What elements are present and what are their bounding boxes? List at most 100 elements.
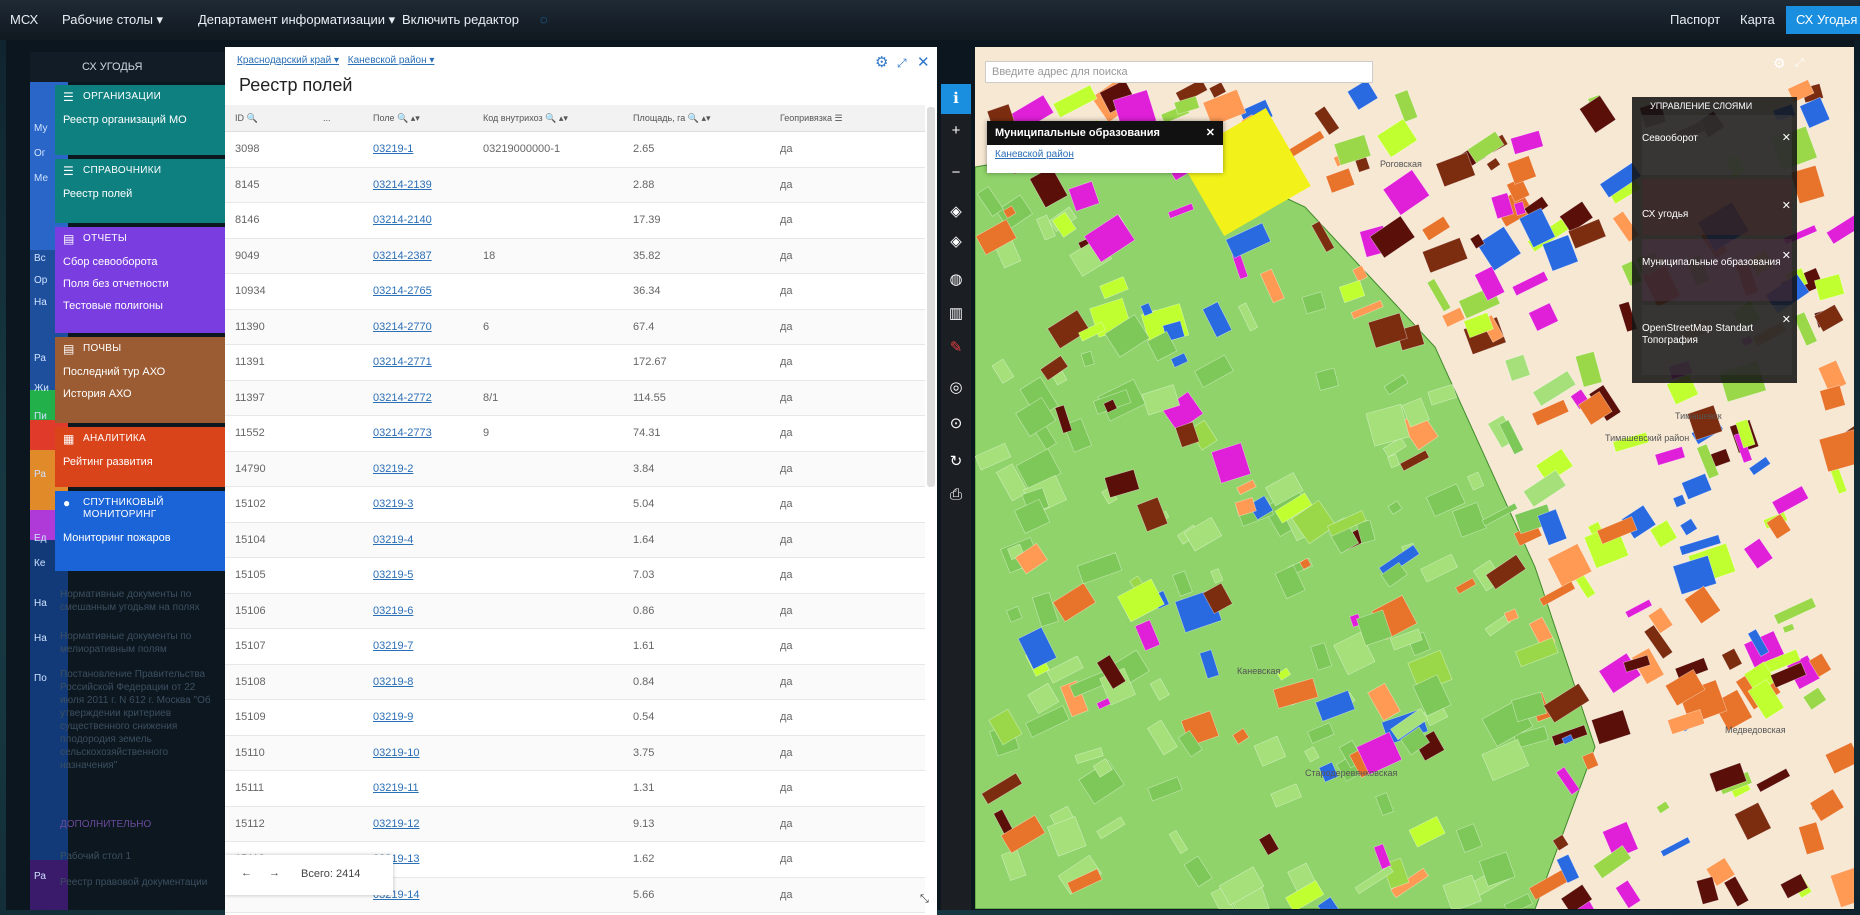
globe-icon[interactable]: ◍ bbox=[941, 270, 971, 288]
nav-link[interactable]: Сбор севооборота bbox=[55, 251, 233, 273]
table-row[interactable]: 11390 03214-2770 6 67.4 да bbox=[225, 309, 925, 345]
map-expand-icon[interactable]: ⤢ bbox=[1795, 57, 1804, 70]
document-link[interactable]: Нормативные документы по мелиоративным п… bbox=[60, 630, 220, 656]
map-link[interactable]: Карта bbox=[1740, 12, 1775, 27]
print-icon[interactable]: ⎙ bbox=[941, 486, 971, 503]
nav-link[interactable]: Реестр полей bbox=[55, 183, 233, 205]
layers-stack-icon[interactable]: ◈ bbox=[941, 232, 971, 250]
table-row[interactable]: 3098 03219-1 03219000000-1 2.65 да bbox=[225, 132, 925, 168]
cell-field-link[interactable]: 03219-10 bbox=[373, 747, 420, 759]
layer-item[interactable]: Севооборот bbox=[1642, 133, 1782, 145]
cell-field-link[interactable]: 03214-2139 bbox=[373, 179, 432, 191]
cell-field-link[interactable]: 03214-2387 bbox=[373, 250, 432, 262]
table-row[interactable]: 15104 03219-4 1.64 да bbox=[225, 522, 925, 558]
cell-field-link[interactable]: 03219-12 bbox=[373, 818, 420, 830]
cell-field-link[interactable]: 03219-1 bbox=[373, 143, 413, 155]
cell-field-link[interactable]: 03219-7 bbox=[373, 640, 413, 652]
cell-field-link[interactable]: 03214-2770 bbox=[373, 321, 432, 333]
table-row[interactable]: 15105 03219-5 7.03 да bbox=[225, 558, 925, 594]
cell-field-link[interactable]: 03214-2771 bbox=[373, 356, 432, 368]
layer-remove-icon[interactable]: ✕ bbox=[1782, 313, 1791, 326]
desktops-menu[interactable]: Рабочие столы ▾ bbox=[62, 12, 163, 28]
address-search-input[interactable]: Введите адрес для поиска bbox=[985, 61, 1373, 83]
next-page-icon[interactable]: → bbox=[269, 867, 280, 879]
table-row[interactable]: 15106 03219-6 0.86 да bbox=[225, 593, 925, 629]
cell-field-link[interactable]: 03214-2773 bbox=[373, 427, 432, 439]
popup-close-icon[interactable]: ✕ bbox=[1206, 121, 1215, 145]
table-row[interactable]: 14790 03219-2 3.84 да bbox=[225, 451, 925, 487]
close-icon[interactable]: ✕ bbox=[917, 53, 930, 71]
breadcrumb-district[interactable]: Каневской район ▾ bbox=[348, 55, 435, 66]
popup-link[interactable]: Каневской район bbox=[987, 145, 1223, 164]
cell-field-link[interactable]: 03219-11 bbox=[373, 782, 419, 794]
col-menu[interactable]: ... bbox=[323, 113, 331, 123]
info-cursor-icon[interactable]: ℹ bbox=[941, 84, 971, 114]
layer-remove-icon[interactable]: ✕ bbox=[1782, 249, 1791, 262]
cell-field-link[interactable]: 03219-4 bbox=[373, 534, 413, 546]
refresh-icon[interactable]: ↻ bbox=[941, 452, 971, 470]
nav-link[interactable]: Рейтинг развития bbox=[55, 451, 233, 473]
nav-link[interactable]: Реестр организаций МО bbox=[55, 109, 233, 131]
table-row[interactable]: 11552 03214-2773 9 74.31 да bbox=[225, 416, 925, 452]
prev-page-icon[interactable]: ← bbox=[241, 867, 252, 879]
cell-field-link[interactable]: 03214-2765 bbox=[373, 285, 432, 297]
col-georef[interactable]: Геопривязка ☰ bbox=[780, 113, 843, 124]
layer-item[interactable]: OpenStreetMap Standart Топография bbox=[1642, 323, 1782, 347]
cell-field-link[interactable]: 03219-2 bbox=[373, 463, 413, 475]
legal-docs-link[interactable]: Реестр правовой документации bbox=[60, 876, 220, 889]
passport-link[interactable]: Паспорт bbox=[1670, 12, 1720, 27]
col-field[interactable]: Поле 🔍 ▴▾ bbox=[373, 113, 420, 124]
map-settings-icon[interactable]: ⚙ bbox=[1773, 55, 1786, 72]
nav-link[interactable]: Последний тур АХО bbox=[55, 361, 233, 383]
locate-icon[interactable]: ⊙ bbox=[941, 414, 971, 432]
nav-link[interactable]: Тестовые полигоны bbox=[55, 295, 233, 317]
enable-editor-toggle[interactable]: Включить редактор bbox=[402, 12, 519, 27]
cell-field-link[interactable]: 03219-6 bbox=[373, 605, 413, 617]
cell-field-link[interactable]: 03214-2772 bbox=[373, 392, 432, 404]
table-row[interactable]: 15107 03219-7 1.61 да bbox=[225, 629, 925, 665]
col-area[interactable]: Площадь, га 🔍 ▴▾ bbox=[633, 113, 711, 124]
table-row[interactable]: 15102 03219-3 5.04 да bbox=[225, 487, 925, 523]
col-id[interactable]: ID 🔍 bbox=[235, 113, 258, 124]
table-row[interactable]: 8145 03214-2139 2.88 да bbox=[225, 167, 925, 203]
resize-handle-icon[interactable]: ⤡ bbox=[920, 893, 929, 906]
cell-field-link[interactable]: 03214-2140 bbox=[373, 214, 432, 226]
layers-icon[interactable]: ◈ bbox=[941, 202, 971, 220]
table-row[interactable]: 15108 03219-8 0.84 да bbox=[225, 664, 925, 700]
breadcrumb-region[interactable]: Краснодарский край ▾ bbox=[237, 55, 339, 66]
app-logo[interactable]: МСХ bbox=[10, 12, 38, 27]
settings-icon[interactable]: ⚙ bbox=[875, 53, 888, 71]
layer-remove-icon[interactable]: ✕ bbox=[1782, 131, 1791, 144]
cell-field-link[interactable]: 03219-9 bbox=[373, 711, 413, 723]
col-internal-code[interactable]: Код внутрихоз 🔍 ▴▾ bbox=[483, 113, 568, 124]
table-row[interactable]: 15112 03219-12 9.13 да bbox=[225, 806, 925, 842]
table-row[interactable]: 15109 03219-9 0.54 да bbox=[225, 700, 925, 736]
target-icon[interactable]: ◎ bbox=[941, 378, 971, 396]
document-link[interactable]: Постановление Правительства Российской Ф… bbox=[60, 668, 220, 772]
nav-link[interactable]: История АХО bbox=[55, 383, 233, 405]
table-row[interactable]: 10934 03214-2765 36.34 да bbox=[225, 274, 925, 310]
table-row[interactable]: 9049 03214-2387 18 35.82 да bbox=[225, 238, 925, 274]
table-row[interactable]: 15111 03219-11 1.31 да bbox=[225, 771, 925, 807]
table-row[interactable]: 8146 03214-2140 17.39 да bbox=[225, 203, 925, 239]
table-row[interactable]: 11397 03214-2772 8/1 114.55 да bbox=[225, 380, 925, 416]
cell-field-link[interactable]: 03219-8 bbox=[373, 676, 413, 688]
tab-agri-lands[interactable]: СХ Угодья bbox=[1786, 6, 1860, 34]
scrollbar[interactable] bbox=[927, 107, 935, 487]
nav-link[interactable]: Мониторинг пожаров bbox=[55, 527, 233, 549]
measure-icon[interactable]: ▥ bbox=[941, 304, 971, 322]
department-menu[interactable]: Департамент информатизации ▾ bbox=[198, 12, 395, 28]
draw-icon[interactable]: ✎ bbox=[941, 338, 971, 356]
desktop-link[interactable]: Рабочий стол 1 bbox=[60, 850, 220, 863]
table-row[interactable]: 15110 03219-10 3.75 да bbox=[225, 735, 925, 771]
zoom-in-icon[interactable]: + bbox=[941, 122, 971, 139]
nav-link[interactable]: Поля без отчетности bbox=[55, 273, 233, 295]
layer-item[interactable]: СХ угодья bbox=[1642, 209, 1782, 221]
table-row[interactable]: 11391 03214-2771 172.67 да bbox=[225, 345, 925, 381]
expand-icon[interactable]: ⤢ bbox=[897, 56, 907, 71]
cell-field-link[interactable]: 03219-5 bbox=[373, 569, 413, 581]
cell-field-link[interactable]: 03219-3 bbox=[373, 498, 413, 510]
layer-item[interactable]: Муниципальные образования bbox=[1642, 257, 1782, 269]
zoom-out-icon[interactable]: − bbox=[941, 164, 971, 181]
map-view[interactable]: Введите адрес для поиска ⚙ ⤢ Муниципальн… bbox=[975, 47, 1854, 909]
